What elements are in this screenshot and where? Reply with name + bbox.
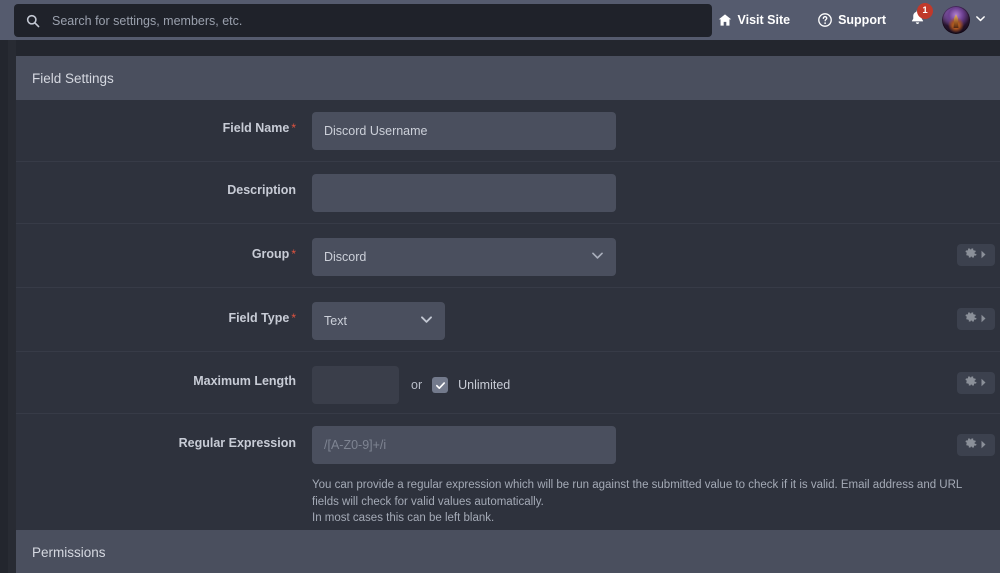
group-select[interactable]: Discord: [312, 238, 616, 276]
description-input[interactable]: [312, 174, 616, 212]
description-label: Description: [227, 183, 296, 197]
required-marker: *: [291, 247, 296, 261]
or-text: or: [411, 378, 423, 392]
row-field-type: Field Type * Text: [16, 288, 1000, 352]
group-label: Group *: [251, 247, 296, 261]
field-name-label: Field Name *: [222, 121, 296, 135]
field-type-control: Text: [312, 288, 1000, 340]
maximum-length-control: or Unlimited: [312, 352, 1000, 404]
app-root: Visit Site Support: [0, 0, 1000, 573]
field-name-input[interactable]: [312, 112, 616, 150]
regular-expression-help: You can provide a regular expression whi…: [312, 477, 962, 527]
search-icon: [26, 14, 40, 28]
account-menu[interactable]: [934, 6, 992, 34]
regular-expression-input[interactable]: [312, 426, 616, 464]
section-header-field-settings: Field Settings: [16, 56, 1000, 100]
caret-right-icon: [980, 374, 987, 392]
support-link[interactable]: Support: [804, 0, 900, 40]
search-bar[interactable]: [14, 4, 712, 37]
field-type-select-value: Text: [324, 314, 347, 328]
row-description: Description: [16, 162, 1000, 224]
caret-right-icon: [980, 246, 987, 264]
visit-site-link[interactable]: Visit Site: [704, 0, 805, 40]
gear-icon: [965, 246, 977, 264]
chevron-down-icon: [577, 249, 604, 265]
top-nav: Visit Site Support 1: [704, 0, 993, 40]
section-header-permissions: Permissions: [16, 530, 1000, 573]
check-icon: [435, 381, 445, 389]
section-title: Field Settings: [32, 70, 114, 86]
field-name-control: [312, 100, 1000, 150]
field-settings-panel: Field Settings Field Name* Description: [16, 56, 1000, 573]
gear-icon: [965, 436, 977, 454]
row-maximum-length: Maximum Length or Unlimited: [16, 352, 1000, 414]
row-regular-expression: Regular Expression You can provide a reg…: [16, 414, 1000, 530]
chevron-down-icon: [975, 11, 986, 29]
gear-icon: [965, 374, 977, 392]
maximum-length-settings-button[interactable]: [957, 372, 995, 394]
unlimited-checkbox[interactable]: [432, 377, 449, 393]
regular-expression-control: You can provide a regular expression whi…: [312, 414, 1000, 527]
help-line-2: In most cases this can be left blank.: [312, 512, 495, 524]
support-label: Support: [838, 13, 886, 27]
form-rows: Field Name* Description Group*: [16, 100, 1000, 530]
caret-right-icon: [980, 310, 987, 328]
left-gutter-inner: [8, 40, 16, 573]
maximum-length-label: Maximum Length: [193, 374, 296, 388]
notifications-button[interactable]: 1: [900, 0, 934, 40]
field-type-settings-button[interactable]: [957, 308, 995, 330]
section-title: Permissions: [32, 544, 106, 560]
group-settings-button[interactable]: [957, 244, 995, 266]
group-control: Discord: [312, 224, 1000, 276]
description-control: [312, 162, 1000, 212]
home-icon: [718, 13, 732, 27]
chevron-down-icon: [406, 313, 433, 329]
unlimited-label[interactable]: Unlimited: [458, 378, 510, 392]
required-marker: *: [291, 311, 296, 325]
left-gutter-outer: [0, 0, 8, 573]
regular-expression-label: Regular Expression: [178, 436, 296, 450]
field-type-select[interactable]: Text: [312, 302, 445, 340]
question-circle-icon: [818, 13, 832, 27]
notification-badge: 1: [917, 3, 933, 19]
row-group: Group * Discord: [16, 224, 1000, 288]
maximum-length-input[interactable]: [312, 366, 399, 404]
top-bar: Visit Site Support: [0, 0, 1000, 40]
field-type-label: Field Type *: [228, 311, 296, 325]
gear-icon: [965, 310, 977, 328]
help-line-1: You can provide a regular expression whi…: [312, 479, 962, 508]
regular-expression-settings-button[interactable]: [957, 434, 995, 456]
caret-right-icon: [980, 436, 987, 454]
row-field-name: Field Name *: [16, 100, 1000, 162]
group-select-value: Discord: [324, 250, 367, 264]
avatar: [942, 6, 970, 34]
search-input[interactable]: [52, 13, 700, 28]
required-marker: *: [291, 121, 296, 135]
visit-site-label: Visit Site: [737, 13, 791, 27]
